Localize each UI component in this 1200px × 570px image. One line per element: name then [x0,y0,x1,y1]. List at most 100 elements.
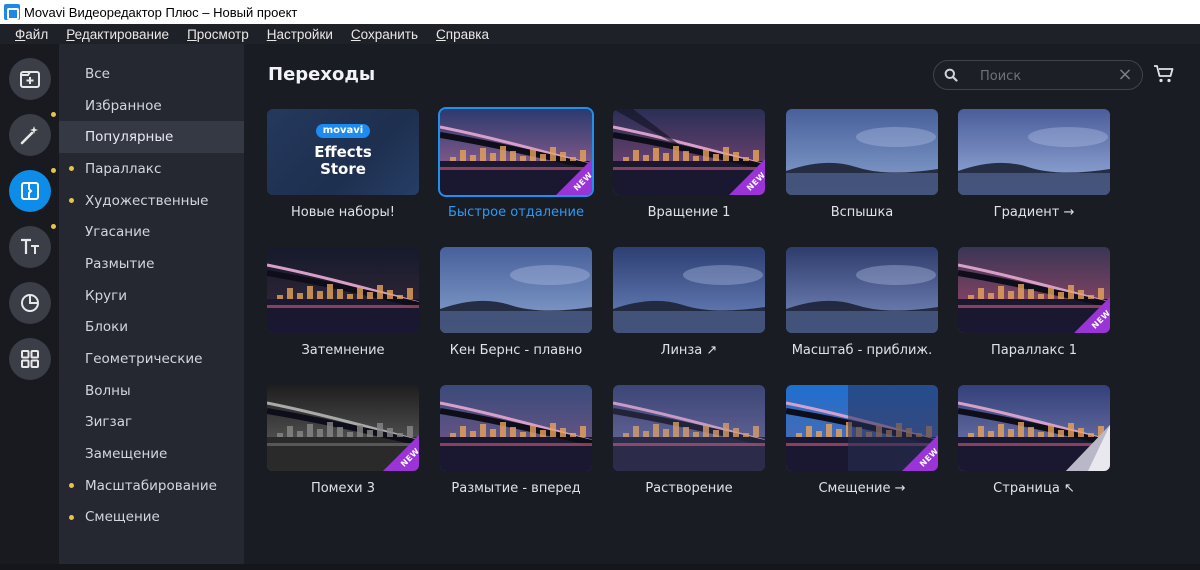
menu-settings[interactable]: Настройки [267,27,333,42]
new-indicator-dot [69,482,74,488]
movavi-logo: movavi [316,124,370,138]
category-replace[interactable]: Замещение [59,438,244,470]
category-fade[interactable]: Угасание [59,216,244,248]
new-badge: NEW [383,435,419,471]
transition-thumbnail[interactable] [786,247,938,333]
tool-transitions[interactable] [9,168,56,212]
transition-thumbnail[interactable]: NEW [267,385,419,471]
transition-card[interactable]: NEW Вращение 1 [613,109,765,220]
transition-thumbnail[interactable]: NEW [438,107,594,197]
transition-thumbnail[interactable] [958,385,1110,471]
tool-effects[interactable] [9,112,56,156]
new-badge: NEW [729,159,765,195]
menu-save[interactable]: Сохранить [351,27,418,42]
category-shift[interactable]: Смещение [59,502,244,534]
transition-card[interactable]: NEW Параллакс 1 [958,247,1110,358]
transition-thumbnail-image [267,247,419,333]
transition-card[interactable]: Растворение [613,385,765,496]
transition-thumbnail[interactable] [958,109,1110,195]
clear-search-icon[interactable]: × [1116,66,1134,84]
category-label: Масштабирование [85,477,217,494]
transition-card[interactable]: Страница ↖ [958,385,1110,496]
transition-label: Страница ↖ [993,481,1075,496]
new-badge: NEW [902,435,938,471]
category-label: Геометрические [85,351,203,368]
effects-store-thumbnail[interactable]: movavi Effects Store [267,109,419,195]
transition-card[interactable]: Линза ↗ [613,247,765,358]
transition-card[interactable]: NEW Смещение → [786,385,938,496]
store-banner-line1: Effects [314,143,372,161]
transition-card[interactable]: Затемнение [267,247,419,358]
tool-more[interactable] [9,338,51,380]
category-label: Блоки [85,319,129,336]
transition-label: Параллакс 1 [991,343,1077,358]
transition-thumbnail[interactable] [440,247,592,333]
transition-thumbnail[interactable] [613,385,765,471]
category-label: Круги [85,287,128,304]
category-popular[interactable]: Популярные [59,121,244,154]
new-badge-label: NEW [1089,308,1110,331]
cart-icon[interactable] [1153,64,1175,84]
transition-card[interactable]: Кен Бернс - плавно [440,247,592,358]
transition-label: Быстрое отдаление [448,205,584,220]
search-input[interactable] [980,65,1110,87]
transition-thumbnail[interactable] [786,109,938,195]
category-blocks[interactable]: Блоки [59,312,244,344]
category-favorites[interactable]: Избранное [59,90,244,122]
category-zoom[interactable]: Масштабирование [59,470,244,502]
category-artistic[interactable]: Художественные [59,185,244,217]
new-badge-label: NEW [917,446,938,469]
transition-thumbnail[interactable] [440,385,592,471]
transition-thumbnail[interactable] [267,247,419,333]
menu-help[interactable]: Справка [436,27,489,42]
menu-edit[interactable]: Редактирование [66,27,169,42]
category-blur[interactable]: Размытие [59,248,244,280]
category-geometric[interactable]: Геометрические [59,343,244,375]
new-indicator-dot [69,197,74,203]
transition-label: Смещение → [818,481,906,496]
transition-thumbnail-image [958,109,1110,195]
transition-card[interactable]: NEW Помехи 3 [267,385,419,496]
transition-card[interactable]: NEW Быстрое отдаление [438,107,594,220]
category-all[interactable]: Все [59,58,244,90]
transition-card[interactable]: Размытие - вперед [440,385,592,496]
menu-view[interactable]: Просмотр [187,27,249,42]
transition-label: Размытие - вперед [451,481,581,496]
transition-thumbnail[interactable]: NEW [786,385,938,471]
menu-file[interactable]: Файл [15,27,48,42]
tool-stickers[interactable] [9,282,51,324]
magic-wand-icon [20,126,38,145]
menu-bar: Файл Редактирование Просмотр Настройки С… [0,24,1200,44]
transition-label: Кен Бернс - плавно [449,343,583,358]
new-badge: NEW [1074,297,1110,333]
category-label: Волны [85,382,131,399]
category-circles[interactable]: Круги [59,280,244,312]
transition-label: Новые наборы! [291,205,395,220]
transition-card[interactable]: Градиент → [958,109,1110,220]
search-box[interactable]: × [933,60,1143,90]
tool-titles[interactable] [9,224,56,268]
transition-card[interactable]: movavi Effects Store Новые наборы! [267,109,419,220]
category-waves[interactable]: Волны [59,375,244,407]
titles-icon [21,238,39,254]
transition-card[interactable]: Масштаб - приближ. [786,247,938,358]
category-label: Замещение [85,446,168,463]
transition-thumbnail[interactable]: NEW [958,247,1110,333]
transition-thumbnail[interactable] [613,247,765,333]
effects-store-banner: movavi Effects Store [267,109,419,195]
transition-card[interactable]: Вспышка [786,109,938,220]
transition-label: Помехи 3 [310,481,376,496]
transition-label: Вспышка [830,205,894,220]
category-zigzag[interactable]: Зигзаг [59,407,244,439]
transition-thumbnail[interactable]: NEW [613,109,765,195]
new-indicator-dot [51,112,56,117]
tool-strip [0,44,59,564]
tool-import[interactable] [9,58,51,100]
category-label: Параллакс [85,160,162,177]
category-parallax[interactable]: Параллакс [59,153,244,185]
page-title: Переходы [268,64,376,85]
transition-label: Градиент → [993,205,1075,220]
category-label: Угасание [85,224,151,241]
new-indicator-dot [51,224,56,229]
transition-thumbnail-image [786,247,938,333]
